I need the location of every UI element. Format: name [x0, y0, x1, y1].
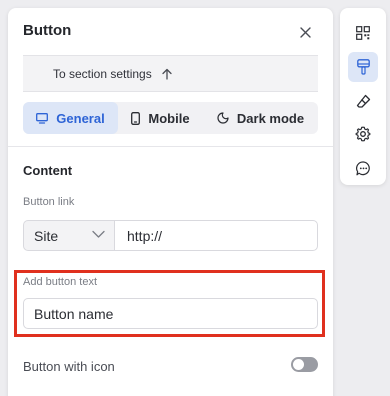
content-heading: Content: [23, 163, 73, 178]
close-icon: [299, 26, 311, 38]
divider: [8, 146, 333, 147]
mobile-icon: [131, 111, 141, 125]
style-button[interactable]: [348, 52, 378, 82]
panel-title: Button: [23, 22, 72, 39]
link-url-input[interactable]: [114, 220, 318, 251]
tab-mobile-label: Mobile: [148, 110, 190, 126]
desktop-icon: [36, 112, 49, 124]
paint-brush-icon: [356, 59, 370, 75]
moon-icon: [217, 112, 229, 124]
button-link-label: Button link: [23, 196, 75, 208]
device-tabs: General Mobile Dark mode: [23, 102, 318, 134]
section-link-label: To section settings: [53, 66, 152, 81]
settings-panel: Button To section settings General Mobil…: [8, 8, 333, 396]
close-button[interactable]: [295, 22, 315, 42]
tab-dark-mode-label: Dark mode: [236, 110, 305, 126]
qr-code-button[interactable]: [348, 18, 378, 48]
arrow-up-icon: [162, 68, 172, 80]
side-toolbar: [340, 8, 386, 185]
eraser-button[interactable]: [348, 86, 378, 116]
link-type-value: Site: [34, 227, 59, 244]
tab-general[interactable]: General: [23, 102, 118, 134]
button-with-icon-toggle[interactable]: [291, 357, 318, 372]
settings-button[interactable]: [348, 119, 378, 149]
eraser-icon: [356, 94, 370, 108]
settings-gear-icon: [355, 126, 371, 142]
button-with-icon-label: Button with icon: [23, 359, 115, 374]
comments-button[interactable]: [348, 153, 378, 183]
toggle-knob: [293, 359, 304, 370]
tab-dark-mode[interactable]: Dark mode: [203, 102, 318, 134]
chevron-down-icon: [92, 230, 105, 239]
qr-code-icon: [356, 26, 370, 40]
tab-mobile[interactable]: Mobile: [118, 102, 203, 134]
to-section-settings-link[interactable]: To section settings: [23, 55, 318, 92]
add-button-text-label: Add button text: [23, 276, 97, 288]
link-type-select[interactable]: Site: [23, 220, 114, 251]
tab-general-label: General: [56, 110, 105, 126]
chat-bubble-icon: [355, 160, 370, 175]
button-text-input[interactable]: [23, 298, 318, 329]
panel-header: Button: [8, 8, 333, 55]
